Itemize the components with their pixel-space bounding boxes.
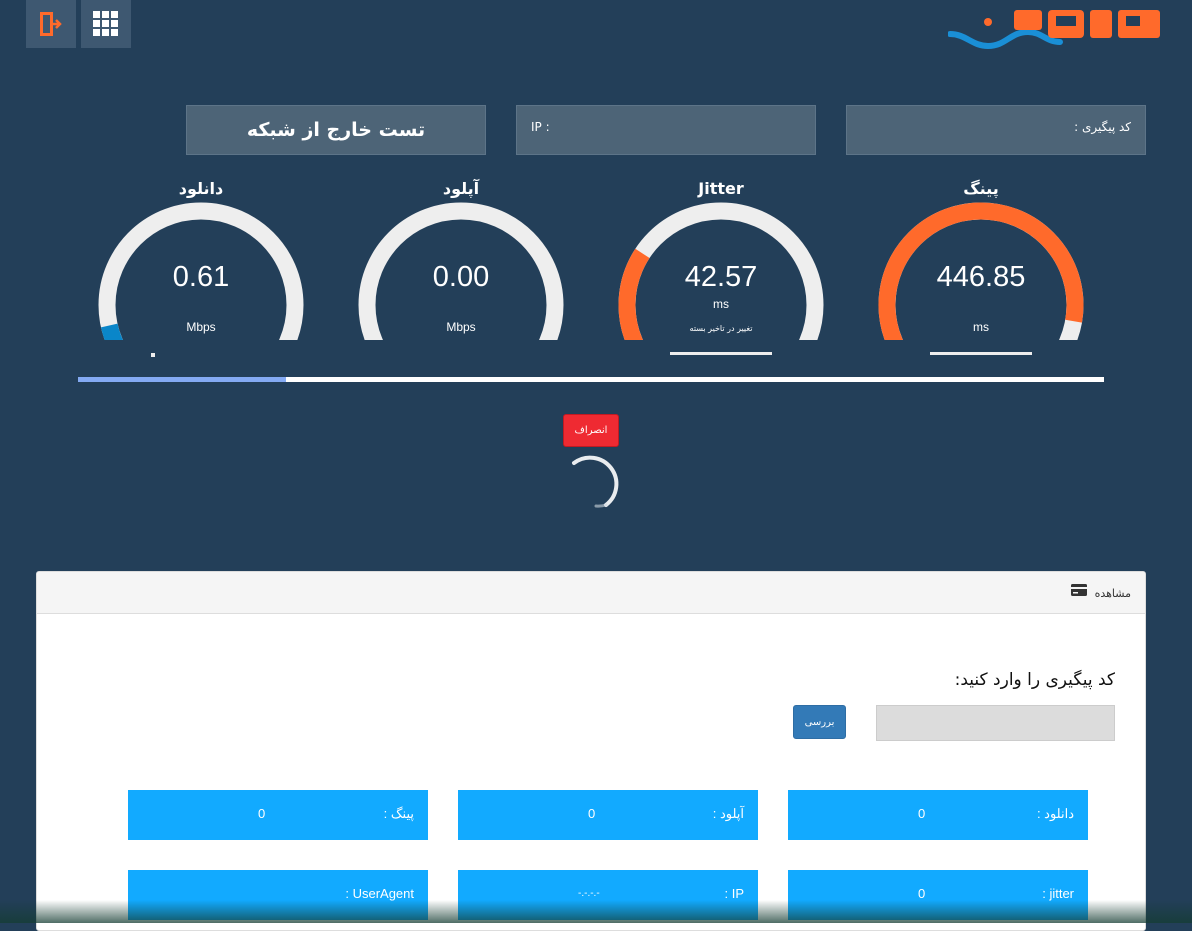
page-title: تست خارج از شبکه [246, 119, 426, 141]
check-button[interactable]: بررسی [793, 705, 846, 739]
download-gauge: دانلود 0.61 Mbps [96, 175, 306, 365]
stat-download-label: دانلود : [1036, 806, 1074, 821]
panel-header-label: مشاهده [1094, 587, 1131, 600]
download-unit: Mbps [186, 320, 216, 334]
ip-label: IP : [531, 120, 550, 134]
enter-tracking-code-label: کد پیگیری را وارد کنید: [954, 670, 1115, 690]
upload-gauge: آپلود 0.00 Mbps [356, 175, 566, 365]
ping-indicator-bar [930, 352, 1032, 355]
stat-download-value: 0 [918, 806, 926, 821]
view-panel: مشاهده کد پیگیری را وارد کنید: بررسی دان… [36, 571, 1146, 931]
stat-upload: آپلود : 0 [458, 790, 758, 840]
stat-ping: پینگ : 0 [128, 790, 428, 840]
test-progress-bar [78, 377, 1104, 382]
stat-ping-label: پینگ : [383, 806, 414, 821]
brand-logo [948, 10, 1160, 50]
stat-ping-value: 0 [258, 806, 266, 821]
jitter-indicator-bar [670, 352, 772, 355]
jitter-value: 42.57 [684, 261, 758, 293]
test-progress-fill [78, 377, 287, 382]
stat-download: دانلود : 0 [788, 790, 1088, 840]
bottom-fade [0, 900, 1192, 923]
ping-value: 446.85 [936, 261, 1026, 293]
stat-jitter-label: jitter : [1042, 886, 1074, 901]
panel-header: مشاهده [37, 572, 1145, 614]
ping-gauge: پینگ 446.85 ms [876, 175, 1086, 365]
ip-box: IP : [516, 105, 816, 155]
stat-ip-value: -.-.-.- [578, 888, 600, 899]
upload-unit: Mbps [446, 320, 476, 334]
loading-spinner-icon [572, 455, 619, 508]
apps-button[interactable] [81, 0, 131, 48]
jitter-subtitle: تغییر در تاخیر بسته [689, 324, 753, 333]
jitter-gauge-title: Jitter [698, 179, 744, 198]
stat-useragent-label: UserAgent : [345, 886, 414, 901]
ping-unit: ms [973, 320, 989, 334]
jitter-gauge: Jitter 42.57 ms تغییر در تاخیر بسته [616, 175, 826, 365]
stat-upload-label: آپلود : [712, 806, 744, 821]
stat-jitter-value: 0 [918, 886, 926, 901]
upload-gauge-title: آپلود [442, 179, 480, 198]
cancel-button[interactable]: انصراف [563, 414, 619, 447]
test-title: تست خارج از شبکه [186, 105, 486, 155]
exit-door-icon [40, 12, 62, 36]
ping-gauge-title: پینگ [963, 179, 999, 198]
grid-icon [93, 11, 118, 36]
tracking-code-input[interactable] [876, 705, 1115, 741]
logout-button[interactable] [26, 0, 76, 48]
download-value: 0.61 [172, 261, 230, 293]
download-indicator-bar [151, 353, 155, 357]
upload-value: 0.00 [432, 261, 490, 293]
tracking-code-box: کد پیگیری : [846, 105, 1146, 155]
tracking-code-label: کد پیگیری : [1074, 120, 1131, 134]
jitter-unit: ms [713, 297, 729, 311]
stat-upload-value: 0 [588, 806, 596, 821]
stat-ip-label: IP : [724, 886, 744, 901]
card-icon [1071, 584, 1087, 596]
download-gauge-title: دانلود [178, 179, 224, 198]
